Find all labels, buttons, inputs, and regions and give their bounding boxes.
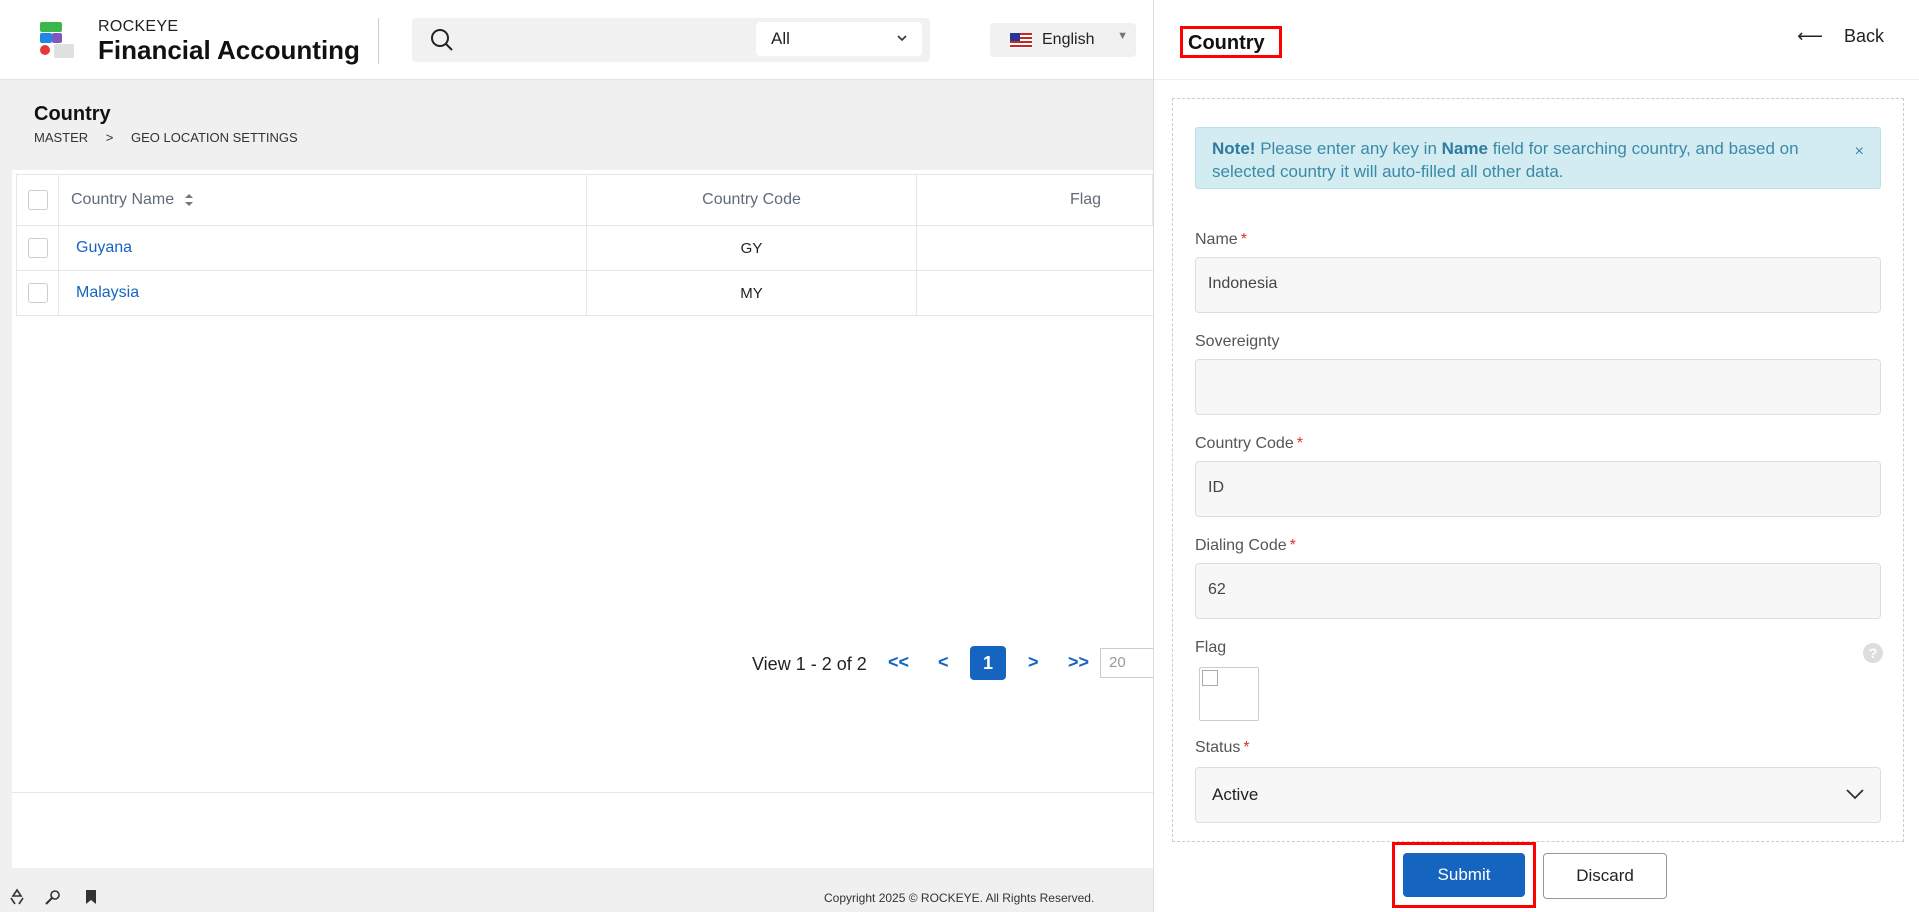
column-header-country-name[interactable]: Country Name — [59, 175, 587, 225]
search-filter-value: All — [771, 29, 790, 48]
form-body: Note! Please enter any key in Name field… — [1172, 98, 1904, 842]
dialing-code-label: Dialing Code * — [1195, 537, 1296, 555]
next-page-button[interactable]: > — [1028, 652, 1039, 673]
info-note: Note! Please enter any key in Name field… — [1195, 127, 1881, 189]
sovereignty-label: Sovereignty — [1195, 333, 1280, 350]
breadcrumb-geo-location-settings[interactable]: GEO LOCATION SETTINGS — [131, 130, 298, 145]
flag-label: Flag — [1195, 639, 1227, 656]
required-marker: * — [1289, 537, 1296, 554]
page-title: Country — [34, 103, 111, 125]
caret-down-icon: ▼ — [1117, 30, 1128, 42]
page-size-select[interactable]: 20 — [1100, 648, 1153, 678]
column-header-country-code: Country Code — [587, 175, 917, 225]
copyright-text: Copyright 2025 © ROCKEYE. All Rights Res… — [824, 891, 1095, 905]
submit-button[interactable]: Submit — [1403, 853, 1525, 897]
breadcrumb-master[interactable]: MASTER — [34, 130, 88, 145]
country-name-cell: Guyana — [59, 226, 587, 270]
note-prefix: Note! — [1212, 139, 1256, 158]
country-name-link[interactable]: Malaysia — [76, 284, 139, 302]
country-code-cell: MY — [587, 271, 917, 315]
country-code-value: MY — [740, 284, 763, 302]
status-value: Active — [1212, 785, 1259, 804]
brand-company: ROCKEYE — [98, 18, 179, 35]
name-label-text: Name — [1195, 231, 1238, 248]
breadcrumb: MASTER > GEO LOCATION SETTINGS — [34, 130, 312, 145]
prev-page-button[interactable]: < — [938, 652, 949, 673]
row-checkbox[interactable] — [27, 283, 48, 303]
submit-highlight: Submit — [1392, 842, 1536, 908]
brand-product: Financial Accounting — [98, 35, 360, 65]
search-icon[interactable] — [430, 28, 454, 52]
country-table-card: Country Name Country Code Flag Guyana GY — [12, 170, 1153, 868]
us-flag-icon — [1010, 33, 1032, 48]
back-label: Back — [1843, 26, 1884, 46]
note-text-part1: Please enter any key in — [1260, 139, 1437, 158]
discard-button[interactable]: Discard — [1543, 853, 1667, 899]
row-checkbox[interactable] — [27, 238, 48, 258]
breadcrumb-separator: > — [105, 130, 114, 145]
table-row[interactable]: Guyana GY — [16, 226, 1153, 271]
country-name-cell: Malaysia — [59, 271, 587, 315]
required-marker: * — [1243, 739, 1250, 756]
settings-tools-icon[interactable] — [44, 888, 62, 906]
chevron-down-icon — [897, 35, 907, 42]
flag-cell — [917, 271, 1154, 315]
flag-image[interactable] — [1199, 667, 1259, 721]
bookmark-icon[interactable] — [82, 888, 100, 906]
chevron-down-icon — [1846, 789, 1864, 800]
country-code-label-text: Country Code — [1195, 435, 1294, 452]
name-label: Name * — [1195, 231, 1247, 249]
language-label: English — [1042, 31, 1095, 48]
select-all-checkbox[interactable] — [27, 190, 48, 210]
pagination-bar — [12, 792, 1153, 868]
dialing-code-label-text: Dialing Code — [1195, 537, 1287, 554]
country-code-label: Country Code * — [1195, 435, 1303, 453]
flag-cell — [917, 226, 1154, 270]
column-header-label: Country Code — [702, 191, 801, 208]
panel-title: Country — [1180, 26, 1282, 58]
dialing-code-field[interactable]: 62 — [1195, 563, 1881, 619]
table-row[interactable]: Malaysia MY — [16, 271, 1153, 316]
language-select[interactable]: English ▼ — [990, 23, 1136, 57]
status-label: Status * — [1195, 739, 1250, 757]
row-select-cell — [17, 226, 59, 270]
current-page-button[interactable]: 1 — [970, 646, 1006, 680]
broken-image-icon — [1202, 670, 1218, 686]
search-filter-select[interactable]: All — [756, 22, 922, 56]
sort-icon[interactable] — [184, 193, 194, 207]
help-icon[interactable]: ? — [1863, 643, 1883, 663]
column-header-label: Flag — [1069, 191, 1102, 208]
country-code-cell: GY — [587, 226, 917, 270]
table-header-row: Country Name Country Code Flag — [16, 174, 1153, 226]
last-page-button[interactable]: >> — [1068, 652, 1089, 673]
status-label-text: Status — [1195, 739, 1241, 756]
column-header-flag: Flag — [917, 175, 1154, 225]
column-header-label: Country Name — [71, 191, 175, 208]
back-button[interactable]: ⟵ Back — [1797, 26, 1884, 47]
row-select-cell — [17, 271, 59, 315]
name-field[interactable]: Indonesia — [1195, 257, 1881, 313]
country-name-link[interactable]: Guyana — [76, 239, 132, 257]
panel-header: Country ⟵ Back — [1154, 0, 1919, 80]
required-marker: * — [1296, 435, 1303, 452]
rockeye-logo-icon — [40, 22, 74, 58]
select-all-cell — [17, 175, 59, 225]
close-icon[interactable]: × — [1855, 140, 1864, 163]
recycle-icon[interactable] — [8, 888, 26, 906]
header-divider — [378, 18, 379, 64]
global-search[interactable]: All — [412, 18, 930, 62]
top-header: ROCKEYE Financial Accounting All English… — [0, 0, 1153, 80]
required-marker: * — [1240, 231, 1247, 248]
country-code-field[interactable]: ID — [1195, 461, 1881, 517]
arrow-left-icon: ⟵ — [1797, 26, 1823, 46]
country-form-panel: Country ⟵ Back Note! Please enter any ke… — [1153, 0, 1919, 912]
pagination-summary: View 1 - 2 of 2 — [752, 654, 867, 674]
note-field-name: Name — [1441, 139, 1488, 158]
country-code-value: GY — [740, 239, 763, 257]
sovereignty-field[interactable] — [1195, 359, 1881, 415]
status-select[interactable]: Active — [1195, 767, 1881, 823]
first-page-button[interactable]: << — [888, 652, 909, 673]
